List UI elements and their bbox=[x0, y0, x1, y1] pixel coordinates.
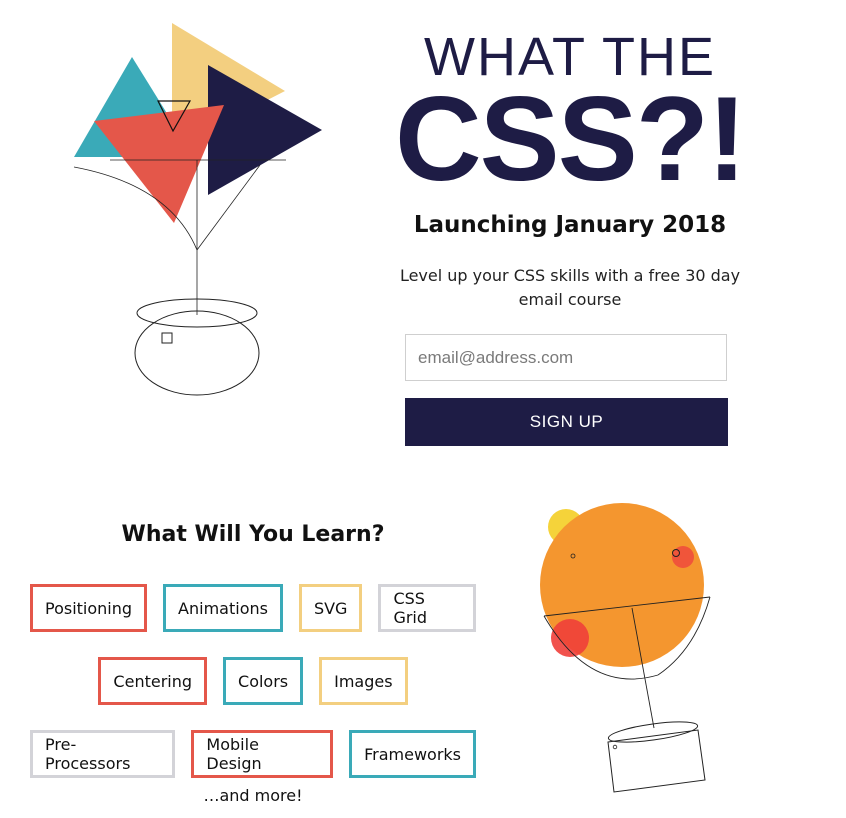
tag-row: Positioning Animations SVG CSS Grid bbox=[30, 584, 476, 632]
topic-tags: Positioning Animations SVG CSS Grid Cent… bbox=[30, 584, 476, 803]
tag-svg: SVG bbox=[298, 584, 363, 632]
page-title-line2: CSS?! bbox=[395, 72, 747, 206]
and-more-text: …and more! bbox=[203, 786, 303, 805]
tag-css-grid: CSS Grid bbox=[378, 584, 476, 632]
tag-pre-processors: Pre-Processors bbox=[30, 730, 176, 778]
tag-images: Images bbox=[319, 657, 408, 705]
tag-colors: Colors bbox=[223, 657, 304, 705]
hero: WHAT THE CSS?! Launching January 2018 Le… bbox=[380, 30, 760, 312]
sign-up-button[interactable]: SIGN UP bbox=[405, 398, 728, 446]
tag-mobile-design: Mobile Design bbox=[191, 730, 334, 778]
tag-row: Pre-Processors Mobile Design Frameworks bbox=[30, 730, 476, 778]
email-field[interactable] bbox=[405, 334, 727, 381]
tagline: Level up your CSS skills with a free 30 … bbox=[399, 266, 741, 309]
tag-frameworks: Frameworks bbox=[349, 730, 476, 778]
section-title: What Will You Learn? bbox=[121, 522, 385, 547]
tag-positioning: Positioning bbox=[30, 584, 148, 632]
tag-centering: Centering bbox=[98, 657, 208, 705]
tag-row: Centering Colors Images bbox=[30, 657, 476, 705]
triangle-balloon-illustration bbox=[73, 23, 322, 396]
tag-animations: Animations bbox=[163, 584, 283, 632]
launch-date: Launching January 2018 bbox=[413, 212, 727, 238]
sphere-balloon-illustration bbox=[540, 503, 711, 793]
red-triangle bbox=[94, 105, 224, 223]
